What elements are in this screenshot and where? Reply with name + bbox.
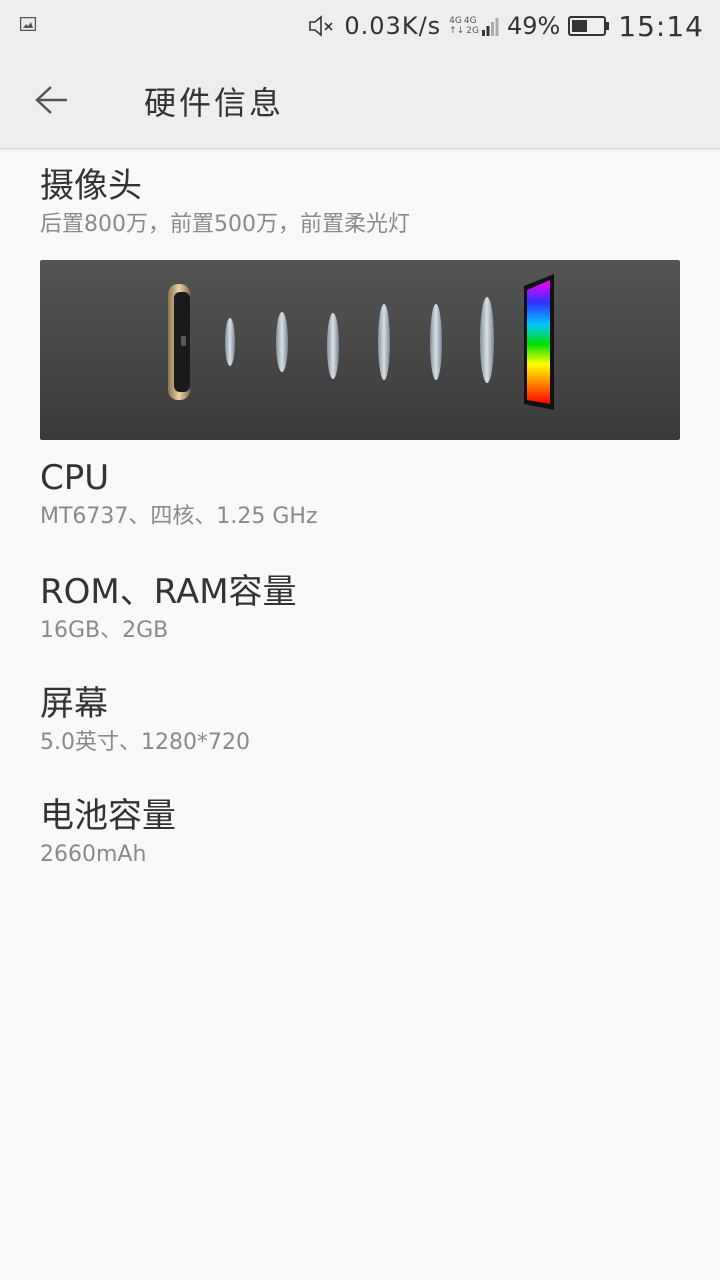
status-indicators: 0.03K/s 4G 4G ↑↓ 2G 49% 15:14 xyxy=(308,6,704,46)
clock: 15:14 xyxy=(618,9,704,43)
back-arrow-icon xyxy=(35,86,67,114)
item-title: 屏幕 xyxy=(40,684,108,724)
item-subtitle: 后置800万，前置500万，前置柔光灯 xyxy=(40,212,410,237)
item-subtitle: 16GB、2GB xyxy=(40,618,169,643)
item-title: ROM、RAM容量 xyxy=(40,572,297,612)
status-bar: 0.03K/s 4G 4G ↑↓ 2G 49% 15:14 xyxy=(0,0,720,52)
network-type-label: 4G xyxy=(463,16,477,26)
app-bar: 硬件信息 xyxy=(0,52,720,149)
item-subtitle: 2660mAh xyxy=(40,842,147,867)
page-title: 硬件信息 xyxy=(144,84,285,122)
gallery-icon xyxy=(20,17,36,31)
list-item-cpu: CPU MT6737、四核、1.25 GHz xyxy=(40,458,700,532)
network-type-label: 4G xyxy=(449,16,462,26)
mute-icon xyxy=(309,15,333,37)
network-type: 4G 4G ↑↓ 2G xyxy=(449,16,479,36)
list-item-camera: 摄像头 后置800万，前置500万，前置柔光灯 xyxy=(40,166,700,240)
lens-stack-image xyxy=(168,274,554,410)
item-title: 电池容量 xyxy=(40,796,176,836)
camera-lens-illustration xyxy=(40,260,680,440)
list-item-storage: ROM、RAM容量 16GB、2GB xyxy=(40,572,700,646)
item-subtitle: 5.0英寸、1280*720 xyxy=(40,730,250,755)
battery-icon xyxy=(568,16,610,36)
item-title: 摄像头 xyxy=(40,166,142,206)
net-speed: 0.03K/s xyxy=(344,12,442,40)
item-title: CPU xyxy=(40,458,110,498)
list-item-battery: 电池容量 2660mAh xyxy=(40,796,700,870)
battery-percent: 49% xyxy=(506,12,561,40)
signal-icon xyxy=(481,18,499,36)
back-button[interactable] xyxy=(28,78,76,122)
list-item-screen: 屏幕 5.0英寸、1280*720 xyxy=(40,684,700,758)
network-indicator: 4G 4G ↑↓ 2G xyxy=(449,15,499,37)
network-type-label: 2G xyxy=(466,26,479,36)
data-arrows: ↑↓ xyxy=(449,26,465,36)
item-subtitle: MT6737、四核、1.25 GHz xyxy=(40,504,318,529)
